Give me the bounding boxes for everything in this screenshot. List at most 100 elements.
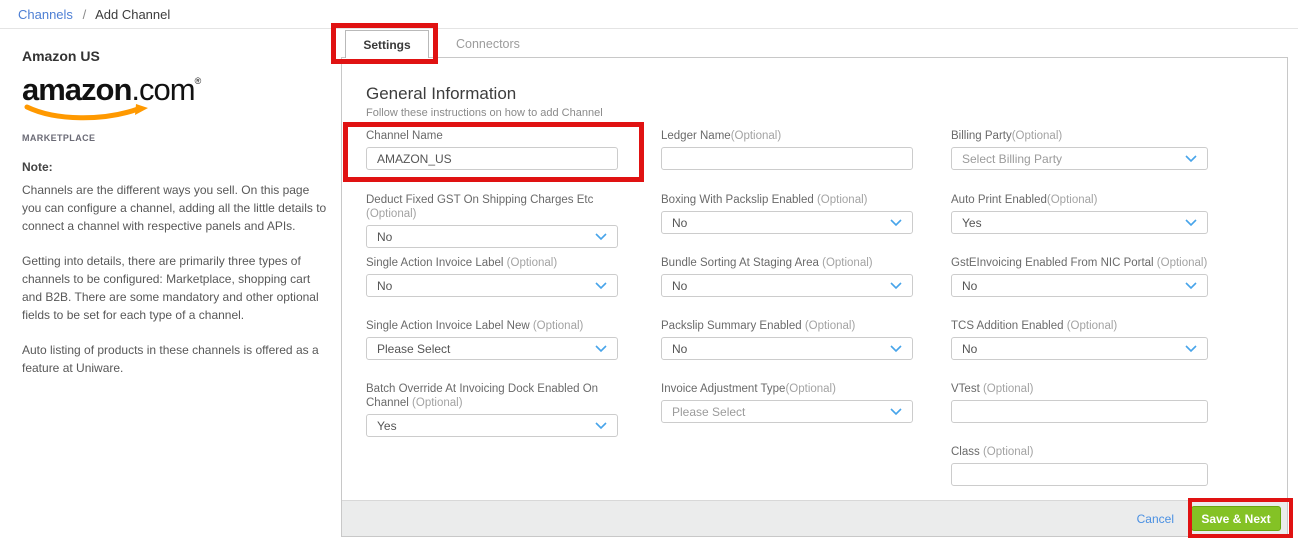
- invoice-adjustment-type-select[interactable]: Please Select: [661, 400, 913, 423]
- select-value: Please Select: [377, 341, 451, 356]
- field-class: Class (Optional): [951, 445, 1208, 486]
- bundle-sorting-label: Bundle Sorting At Staging Area: [661, 257, 819, 269]
- optional-suffix: (Optional): [1063, 320, 1118, 332]
- select-value: No: [672, 341, 688, 356]
- field-auto-print: Auto Print Enabled(Optional) Yes: [951, 193, 1208, 234]
- single-action-invoice-label-new-select[interactable]: Please Select: [366, 337, 618, 360]
- chevron-down-icon: [1185, 154, 1197, 162]
- vtest-input[interactable]: [951, 400, 1208, 423]
- field-bundle-sorting: Bundle Sorting At Staging Area (Optional…: [661, 256, 913, 297]
- optional-suffix: (Optional): [979, 446, 1034, 458]
- chevron-down-icon: [1185, 281, 1197, 289]
- vtest-label: VTest: [951, 383, 980, 395]
- top-header: Channels / Add Channel: [0, 0, 1298, 29]
- billing-party-select[interactable]: Select Billing Party: [951, 147, 1208, 170]
- chevron-down-icon: [1185, 344, 1197, 352]
- optional-suffix: (Optional): [408, 397, 463, 409]
- amazon-logo: amazon.com®: [22, 73, 328, 131]
- class-label: Class: [951, 446, 980, 458]
- field-channel-name: Channel Name: [366, 129, 618, 170]
- breadcrumb-current: Add Channel: [95, 6, 171, 22]
- chevron-down-icon: [890, 344, 902, 352]
- ledger-name-input[interactable]: [661, 147, 913, 170]
- optional-suffix: (Optional): [529, 320, 584, 332]
- breadcrumb-separator: /: [82, 6, 87, 22]
- field-single-action-invoice-label: Single Action Invoice Label (Optional) N…: [366, 256, 618, 297]
- field-single-action-invoice-label-new: Single Action Invoice Label New (Optiona…: [366, 319, 618, 360]
- registered-mark: ®: [194, 76, 202, 86]
- select-value: Select Billing Party: [962, 151, 1063, 166]
- tcs-addition-select[interactable]: No: [951, 337, 1208, 360]
- note-paragraph: Getting into details, there are primaril…: [22, 254, 319, 322]
- tab-settings[interactable]: Settings: [345, 30, 429, 58]
- chevron-down-icon: [890, 218, 902, 226]
- optional-suffix: (Optional): [1153, 257, 1208, 269]
- chevron-down-icon: [890, 281, 902, 289]
- gst-einvoicing-select[interactable]: No: [951, 274, 1208, 297]
- note-heading: Note:: [22, 160, 53, 174]
- optional-suffix: (Optional): [366, 208, 417, 220]
- gst-einvoicing-label: GstEInvoicing Enabled From NIC Portal: [951, 257, 1154, 269]
- optional-suffix: (Optional): [1046, 194, 1098, 206]
- field-gst-einvoicing: GstEInvoicing Enabled From NIC Portal (O…: [951, 256, 1208, 297]
- field-billing-party: Billing Party(Optional) Select Billing P…: [951, 129, 1208, 170]
- field-packslip-summary: Packslip Summary Enabled (Optional) No: [661, 319, 913, 360]
- tab-connectors[interactable]: Connectors: [456, 37, 520, 51]
- channel-name-label: Channel Name: [366, 130, 443, 142]
- select-value: No: [672, 215, 688, 230]
- select-value: Please Select: [672, 404, 746, 419]
- tcs-addition-label: TCS Addition Enabled: [951, 320, 1064, 332]
- single-action-invoice-label-select[interactable]: No: [366, 274, 618, 297]
- single-action-invoice-label-new-label: Single Action Invoice Label New: [366, 320, 530, 332]
- amazon-smile-arrow-icon: [24, 104, 148, 121]
- field-deduct-fixed-gst: Deduct Fixed GST On Shipping Charges Etc…: [366, 193, 618, 248]
- chevron-down-icon: [595, 344, 607, 352]
- ledger-name-label: Ledger Name: [661, 130, 731, 142]
- channel-info-sidebar: Amazon US amazon.com® MARKETPLACE Note: …: [22, 48, 328, 377]
- deduct-fixed-gst-select[interactable]: No: [366, 225, 618, 248]
- deduct-fixed-gst-label: Deduct Fixed GST On Shipping Charges Etc: [366, 194, 594, 206]
- auto-print-select[interactable]: Yes: [951, 211, 1208, 234]
- billing-party-label: Billing Party: [951, 130, 1012, 142]
- batch-override-select[interactable]: Yes: [366, 414, 618, 437]
- save-and-next-button[interactable]: Save & Next: [1191, 506, 1281, 531]
- field-tcs-addition: TCS Addition Enabled (Optional) No: [951, 319, 1208, 360]
- note-paragraph: Channels are the different ways you sell…: [22, 183, 327, 233]
- select-value: No: [377, 278, 393, 293]
- channel-name-input[interactable]: [366, 147, 618, 170]
- field-vtest: VTest (Optional): [951, 382, 1208, 423]
- boxing-with-packslip-label: Boxing With Packslip Enabled: [661, 194, 814, 206]
- optional-suffix: (Optional): [503, 257, 558, 269]
- optional-suffix: (Optional): [813, 194, 868, 206]
- select-value: No: [672, 278, 688, 293]
- field-invoice-adjustment-type: Invoice Adjustment Type(Optional) Please…: [661, 382, 913, 423]
- optional-suffix: (Optional): [801, 320, 856, 332]
- chevron-down-icon: [595, 232, 607, 240]
- field-batch-override: Batch Override At Invoicing Dock Enabled…: [366, 382, 618, 437]
- optional-suffix: (Optional): [979, 383, 1034, 395]
- field-boxing-with-packslip: Boxing With Packslip Enabled (Optional) …: [661, 193, 913, 234]
- section-title: General Information: [366, 84, 517, 103]
- breadcrumb-channels-link[interactable]: Channels: [18, 7, 73, 22]
- single-action-invoice-label-label: Single Action Invoice Label: [366, 257, 504, 269]
- chevron-down-icon: [595, 281, 607, 289]
- auto-print-label: Auto Print Enabled: [951, 194, 1047, 206]
- select-value: No: [377, 229, 393, 244]
- channel-title: Amazon US: [22, 48, 100, 64]
- optional-suffix: (Optional): [730, 130, 782, 142]
- chevron-down-icon: [890, 407, 902, 415]
- packslip-summary-select[interactable]: No: [661, 337, 913, 360]
- chevron-down-icon: [1185, 218, 1197, 226]
- optional-suffix: (Optional): [1011, 130, 1063, 142]
- select-value: Yes: [962, 215, 982, 230]
- optional-suffix: (Optional): [818, 257, 873, 269]
- boxing-with-packslip-select[interactable]: No: [661, 211, 913, 234]
- section-subtitle: Follow these instructions on how to add …: [366, 107, 603, 119]
- bundle-sorting-select[interactable]: No: [661, 274, 913, 297]
- invoice-adjustment-type-label: Invoice Adjustment Type: [661, 383, 786, 395]
- chevron-down-icon: [595, 421, 607, 429]
- cancel-link[interactable]: Cancel: [1137, 512, 1174, 526]
- class-input[interactable]: [951, 463, 1208, 486]
- settings-panel: General Information Follow these instruc…: [341, 57, 1288, 537]
- note-paragraph: Auto listing of products in these channe…: [22, 343, 319, 375]
